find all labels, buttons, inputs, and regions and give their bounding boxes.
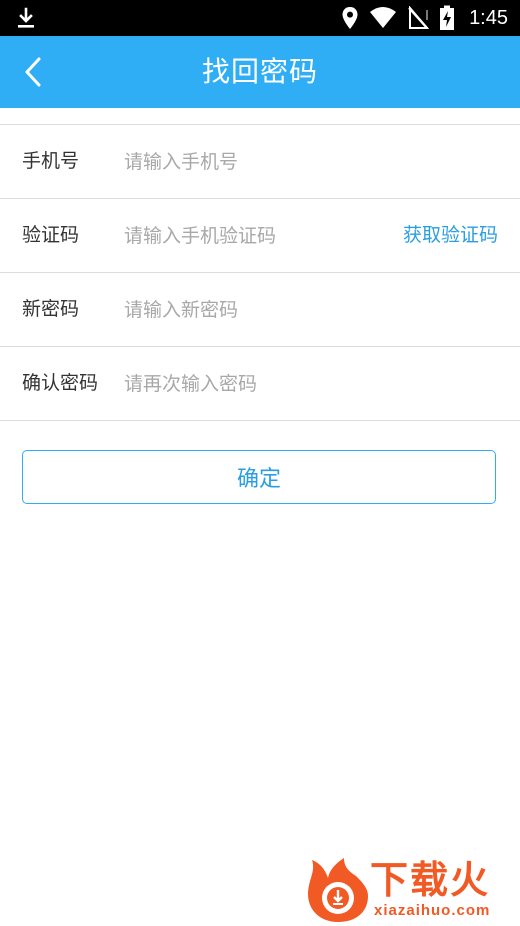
- reset-password-form: 手机号 验证码 获取验证码 新密码 确认密码: [0, 125, 520, 421]
- watermark-url: xiazaihuo.com: [374, 902, 491, 919]
- app-header: 找回密码: [0, 36, 520, 108]
- confirm-password-label: 确认密码: [22, 372, 99, 394]
- page-title: 找回密码: [201, 55, 318, 88]
- phone-row: 手机号: [0, 125, 520, 199]
- confirm-password-row: 确认密码: [0, 347, 520, 421]
- status-time: 1:45: [469, 6, 508, 29]
- status-icons: 1:45: [341, 0, 508, 36]
- flame-logo-icon: [308, 858, 368, 922]
- code-label: 验证码: [22, 224, 80, 246]
- location-icon: [342, 7, 358, 29]
- watermark: 下载火 xiazaihuo.com: [304, 852, 516, 924]
- new-password-label: 新密码: [22, 298, 80, 320]
- get-code-button[interactable]: 获取验证码: [403, 199, 498, 272]
- phone-label: 手机号: [22, 150, 80, 172]
- code-input[interactable]: [122, 217, 366, 255]
- wifi-icon: [370, 7, 397, 28]
- watermark-title: 下载火: [370, 858, 491, 902]
- no-sim-icon: [408, 6, 430, 29]
- new-password-input[interactable]: [122, 291, 386, 329]
- confirm-password-input[interactable]: [122, 365, 386, 403]
- battery-charging-icon: [440, 5, 455, 30]
- phone-input[interactable]: [122, 143, 386, 181]
- confirm-button[interactable]: 确定: [22, 450, 496, 504]
- code-row: 验证码 获取验证码: [0, 199, 520, 273]
- download-icon: [18, 7, 34, 28]
- new-password-row: 新密码: [0, 273, 520, 347]
- status-bar: 1:45: [0, 0, 520, 36]
